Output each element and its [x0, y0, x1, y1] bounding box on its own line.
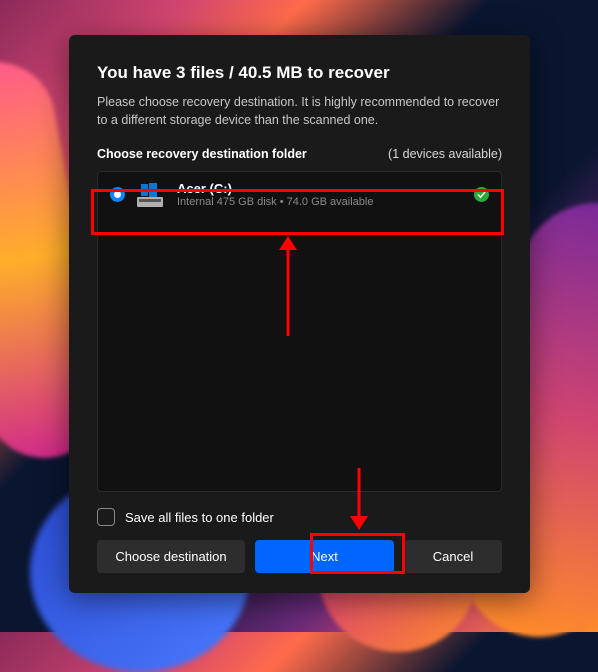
save-all-label: Save all files to one folder [125, 510, 274, 525]
drive-name: Acer (C:) [177, 181, 462, 196]
checkmark-icon [474, 187, 489, 202]
recovery-destination-dialog: You have 3 files / 40.5 MB to recover Pl… [69, 35, 530, 593]
radio-selected-icon[interactable] [110, 187, 125, 202]
devices-available: (1 devices available) [388, 147, 502, 161]
destination-list: Acer (C:) Internal 475 GB disk • 74.0 GB… [97, 171, 502, 492]
cancel-button[interactable]: Cancel [404, 540, 502, 573]
save-all-checkbox[interactable] [97, 508, 115, 526]
section-label: Choose recovery destination folder [97, 147, 307, 161]
disk-icon [137, 183, 165, 207]
drive-row-acer-c[interactable]: Acer (C:) Internal 475 GB disk • 74.0 GB… [98, 172, 501, 217]
dialog-title: You have 3 files / 40.5 MB to recover [97, 63, 502, 83]
choose-destination-button[interactable]: Choose destination [97, 540, 245, 573]
drive-details: Internal 475 GB disk • 74.0 GB available [177, 196, 462, 208]
dialog-subtitle: Please choose recovery destination. It i… [97, 93, 502, 129]
next-button[interactable]: Next [255, 540, 394, 573]
